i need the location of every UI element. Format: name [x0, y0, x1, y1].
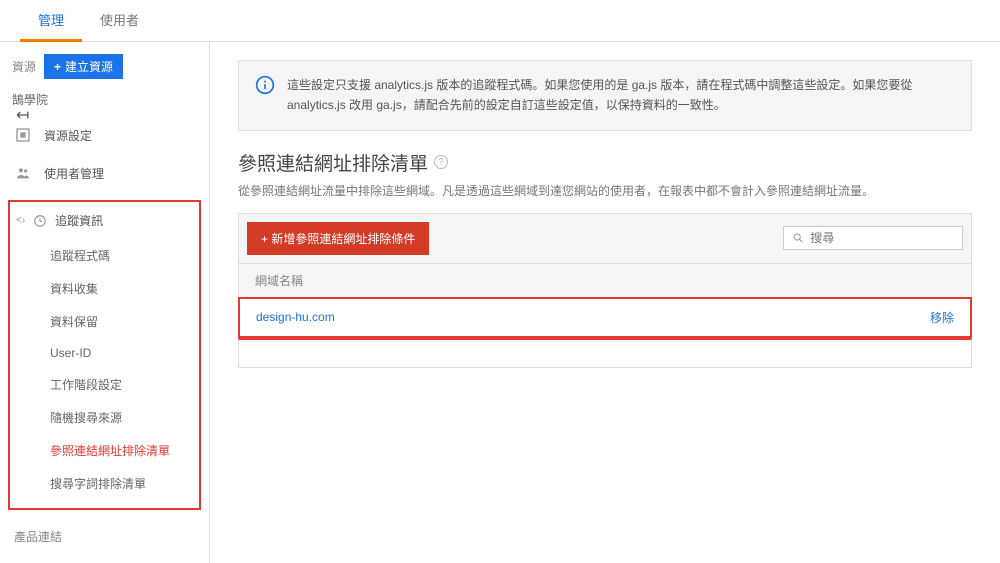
info-icon [255, 75, 275, 95]
chevron-left-icon: <› [16, 215, 25, 226]
tracking-info-label: 追蹤資訊 [55, 212, 103, 229]
sub-item-session-settings[interactable]: 工作階段設定 [10, 368, 199, 401]
remove-link[interactable]: 移除 [930, 309, 954, 326]
resource-label: 資源 [12, 58, 36, 75]
sidebar-item-label: 使用者管理 [44, 165, 104, 182]
tracking-info-group: <› 追蹤資訊 追蹤程式碼 資料收集 資料保留 User-ID 工作階段設定 隨… [8, 200, 201, 510]
table-header-domain: 網域名稱 [238, 264, 972, 297]
create-resource-button[interactable]: 建立資源 [44, 54, 123, 79]
info-text: 這些設定只支援 analytics.js 版本的追蹤程式碼。如果您使用的是 ga… [287, 75, 955, 116]
sub-item-tracking-code[interactable]: 追蹤程式碼 [10, 239, 199, 272]
search-icon [792, 231, 804, 245]
search-input[interactable] [810, 231, 954, 245]
page-title: 參照連結網址排除清單 [238, 149, 428, 176]
settings-square-icon [14, 126, 32, 144]
sub-item-data-collection[interactable]: 資料收集 [10, 272, 199, 305]
table-footer [238, 338, 972, 368]
tracking-info-header[interactable]: <› 追蹤資訊 [10, 202, 199, 239]
domain-link[interactable]: design-hu.com [256, 310, 335, 324]
tab-users[interactable]: 使用者 [82, 0, 157, 41]
help-icon[interactable]: ? [434, 155, 448, 169]
page-description: 從參照連結網址流量中排除這些網域。凡是透過這些網域到達您網站的使用者，在報表中都… [238, 182, 972, 199]
school-label: 鵠學院 [0, 87, 209, 116]
info-banner: 這些設定只支援 analytics.js 版本的追蹤程式碼。如果您使用的是 ga… [238, 60, 972, 131]
sub-item-search-term-exclusion[interactable]: 搜尋字詞排除清單 [10, 467, 199, 500]
product-links-label: 產品連結 [0, 518, 209, 551]
sub-item-user-id[interactable]: User-ID [10, 338, 199, 368]
table-row: design-hu.com 移除 [238, 297, 972, 338]
sub-item-organic-search[interactable]: 隨機搜尋來源 [10, 401, 199, 434]
clock-icon [33, 214, 47, 228]
sub-item-referral-exclusion[interactable]: 參照連結網址排除清單 [10, 434, 199, 467]
add-referral-exclusion-button[interactable]: + 新增參照連結網址排除條件 [247, 222, 429, 255]
sidebar-item-user-mgmt[interactable]: 使用者管理 [0, 154, 209, 192]
main-content: 這些設定只支援 analytics.js 版本的追蹤程式碼。如果您使用的是 ga… [210, 42, 1000, 563]
search-box[interactable] [783, 226, 963, 250]
sidebar-item-label: 資源設定 [44, 127, 92, 144]
back-arrow-icon[interactable]: ↤ [16, 105, 29, 125]
sub-item-data-retention[interactable]: 資料保留 [10, 305, 199, 338]
users-icon [14, 164, 32, 182]
sidebar-item-google-ads[interactable]: Google Ads 連結 [0, 551, 209, 563]
sidebar-item-settings[interactable]: 資源設定 [0, 116, 209, 154]
tab-admin[interactable]: 管理 [20, 0, 82, 42]
toolbar: + 新增參照連結網址排除條件 [238, 213, 972, 264]
sidebar: 資源 建立資源 鵠學院 資源設定 使用者管理 <› 追蹤資訊 [0, 42, 210, 563]
